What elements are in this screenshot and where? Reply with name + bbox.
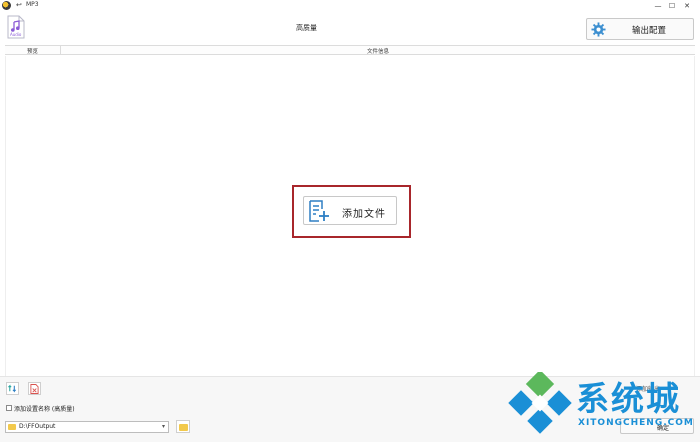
- window-title: MP3: [26, 1, 39, 8]
- minimize-button[interactable]: —: [652, 0, 664, 11]
- output-config-button[interactable]: 输出配置: [586, 18, 694, 40]
- output-path-select[interactable]: D:\FFOutput ▾: [5, 421, 169, 433]
- sort-icon: [8, 384, 17, 393]
- output-path-value: D:\FFOutput: [19, 423, 56, 430]
- watermark: 系统城 XITONGCHENG.COM: [506, 370, 698, 440]
- gear-icon: [591, 22, 606, 37]
- maximize-icon: ☐: [668, 1, 676, 10]
- watermark-logo-icon: [508, 372, 572, 434]
- add-file-button[interactable]: 添加文件: [303, 196, 397, 225]
- add-file-icon: [308, 200, 330, 222]
- delete-file-icon: [30, 383, 39, 394]
- header: Audio 高质量 输出配置: [0, 11, 700, 43]
- add-setting-name-label: 添加设置名称 (高质量): [14, 406, 75, 413]
- chevron-down-icon: ▾: [161, 423, 165, 430]
- column-divider[interactable]: [60, 46, 61, 54]
- title-bar: ↩ MP3 — ☐ ✕: [0, 0, 700, 11]
- column-header: 预览 文件信息: [5, 45, 695, 55]
- maximize-button[interactable]: ☐: [666, 0, 678, 11]
- watermark-subtext: XITONGCHENG.COM: [578, 418, 694, 428]
- remove-file-button[interactable]: [28, 382, 41, 395]
- add-file-label: 添加文件: [342, 209, 386, 220]
- audio-format-icon[interactable]: Audio: [6, 15, 26, 39]
- audio-icon-label: Audio: [10, 32, 22, 37]
- open-folder-icon: [179, 424, 188, 431]
- output-config-label: 输出配置: [632, 26, 667, 36]
- close-button[interactable]: ✕: [681, 0, 693, 11]
- folder-icon: [8, 424, 16, 430]
- back-arrow-icon[interactable]: ↩: [16, 1, 22, 9]
- watermark-text: 系统城: [576, 379, 681, 418]
- open-folder-button[interactable]: [176, 420, 190, 433]
- minimize-icon: —: [654, 1, 662, 10]
- app-logo-icon: [2, 1, 11, 10]
- column-file-info[interactable]: 文件信息: [367, 47, 389, 55]
- sort-button[interactable]: [6, 382, 19, 395]
- add-setting-name-checkbox[interactable]: [6, 405, 12, 411]
- quality-label: 高质量: [296, 24, 317, 32]
- close-icon: ✕: [684, 1, 690, 10]
- column-preview[interactable]: 预览: [27, 47, 38, 55]
